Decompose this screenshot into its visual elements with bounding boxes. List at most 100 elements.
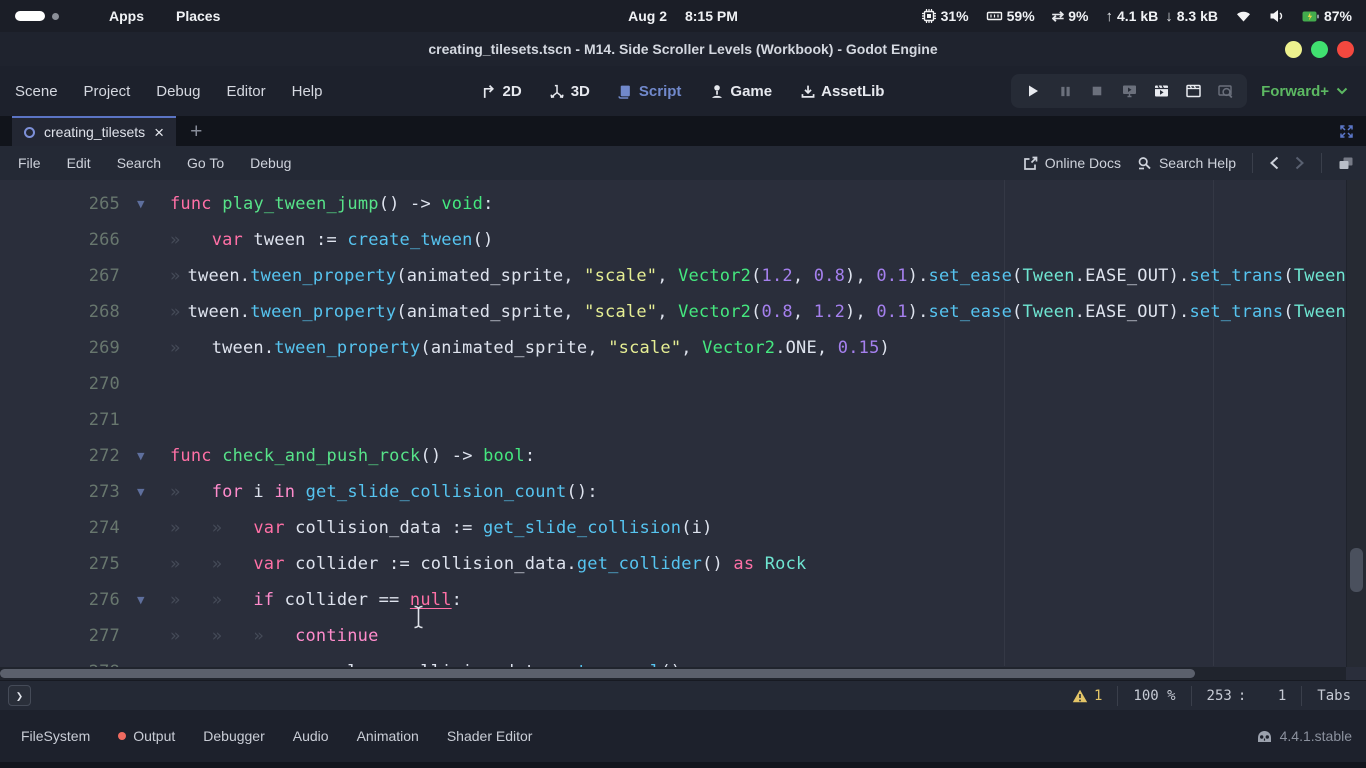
toggle-scripts-panel-button[interactable]: ❯ bbox=[8, 685, 31, 706]
warnings-indicator[interactable]: 1 bbox=[1057, 681, 1117, 710]
fold-arrow-icon[interactable]: ▾ bbox=[137, 194, 145, 212]
code-token: tween_property bbox=[274, 338, 420, 358]
battery-indicator[interactable]: 87% bbox=[1302, 8, 1352, 24]
code-line[interactable]: 265▾func play_tween_jump() -> void: bbox=[0, 186, 1346, 222]
code-line[interactable]: 277»»»continue bbox=[0, 618, 1346, 654]
code-line[interactable]: 267»tween.tween_property(animated_sprite… bbox=[0, 258, 1346, 294]
code-token: .EASE_OUT). bbox=[1075, 266, 1190, 286]
cpu-indicator[interactable]: 31% bbox=[921, 8, 969, 24]
panel-animation[interactable]: Animation bbox=[344, 722, 432, 750]
godot-logo-icon bbox=[1256, 730, 1273, 743]
code-line[interactable]: 273▾»for i in get_slide_collision_count(… bbox=[0, 474, 1346, 510]
time-label: 8:15 PM bbox=[685, 8, 738, 24]
places-menu[interactable]: Places bbox=[160, 8, 236, 24]
workspace-script[interactable]: Script bbox=[611, 78, 689, 105]
horizontal-scrollbar-handle[interactable] bbox=[0, 669, 1195, 678]
code-line[interactable]: 266»var tween := create_tween() bbox=[0, 222, 1346, 258]
tab-close-icon[interactable]: × bbox=[154, 124, 164, 141]
panel-filesystem[interactable]: FileSystem bbox=[8, 722, 103, 750]
code-token: tween. bbox=[188, 302, 251, 322]
godot-window: Apps Places Aug 2 8:15 PM 31% 59% bbox=[0, 0, 1366, 768]
panel-output[interactable]: Output bbox=[105, 722, 188, 750]
code-token: ( bbox=[1283, 266, 1293, 286]
wifi-indicator[interactable] bbox=[1235, 9, 1252, 23]
volume-indicator[interactable] bbox=[1269, 9, 1285, 23]
code-line[interactable]: 268»tween.tween_property(animated_sprite… bbox=[0, 294, 1346, 330]
apps-menu[interactable]: Apps bbox=[93, 8, 160, 24]
horizontal-scrollbar[interactable] bbox=[0, 667, 1346, 680]
activities-pill-icon bbox=[15, 11, 45, 21]
expand-editor-icon[interactable] bbox=[1339, 124, 1354, 139]
code-token: .ONE, bbox=[775, 338, 838, 358]
output-activity-dot bbox=[118, 732, 126, 740]
code-line[interactable]: 276▾»»if collider == null: bbox=[0, 582, 1346, 618]
stop-button[interactable] bbox=[1085, 79, 1109, 103]
bottom-panel-bar: FileSystem Output Debugger Audio Animati… bbox=[0, 710, 1366, 762]
code-token: get_collider bbox=[577, 554, 702, 574]
workspace-2d[interactable]: 2D bbox=[475, 78, 529, 105]
history-forward-icon[interactable] bbox=[1294, 156, 1305, 170]
code-line[interactable]: 274»»var collision_data := get_slide_col… bbox=[0, 510, 1346, 546]
indent-type[interactable]: Tabs bbox=[1302, 681, 1366, 710]
play-scene-button[interactable] bbox=[1149, 79, 1173, 103]
workspace-game[interactable]: Game bbox=[702, 78, 779, 105]
panel-debugger[interactable]: Debugger bbox=[190, 722, 278, 750]
play-custom-scene-button[interactable] bbox=[1181, 79, 1205, 103]
vertical-scrollbar[interactable] bbox=[1346, 180, 1366, 667]
online-docs-label: Online Docs bbox=[1045, 155, 1121, 171]
minimize-button[interactable] bbox=[1285, 41, 1302, 58]
panel-shader-editor[interactable]: Shader Editor bbox=[434, 722, 546, 750]
menu-editor[interactable]: Editor bbox=[217, 77, 274, 106]
menu-help[interactable]: Help bbox=[283, 77, 332, 106]
fold-arrow-icon[interactable]: ▾ bbox=[137, 482, 145, 500]
code-token: if bbox=[253, 590, 274, 610]
net-up-indicator[interactable]: ↑ 4.1 kB bbox=[1105, 8, 1158, 25]
activities-button[interactable] bbox=[15, 11, 59, 21]
workspace-3d[interactable]: 3D bbox=[543, 78, 597, 105]
fold-arrow-icon[interactable]: ▾ bbox=[137, 446, 145, 464]
zoom-level[interactable]: 100 % bbox=[1118, 681, 1190, 710]
search-help-button[interactable]: Search Help bbox=[1137, 155, 1236, 171]
maximize-button[interactable] bbox=[1311, 41, 1328, 58]
renderer-dropdown[interactable]: Forward+ bbox=[1261, 83, 1352, 100]
history-back-icon[interactable] bbox=[1269, 156, 1280, 170]
caret-position[interactable]: 253 : 1 bbox=[1192, 681, 1302, 710]
net-down-indicator[interactable]: ↓ 8.3 kB bbox=[1165, 8, 1218, 25]
workspace-assetlib[interactable]: AssetLib bbox=[793, 78, 891, 105]
scripts-panel-icon[interactable] bbox=[1338, 156, 1354, 171]
code-line[interactable]: 271 bbox=[0, 402, 1346, 438]
menu-file[interactable]: File bbox=[8, 150, 51, 176]
swap-indicator[interactable]: ⇄ 9% bbox=[1052, 7, 1089, 25]
play-remote-button[interactable] bbox=[1117, 79, 1141, 103]
clock[interactable]: Aug 2 8:15 PM bbox=[628, 8, 738, 24]
menu-project[interactable]: Project bbox=[75, 77, 140, 106]
menu-script-debug[interactable]: Debug bbox=[240, 150, 301, 176]
close-window-button[interactable] bbox=[1337, 41, 1354, 58]
code-editor[interactable]: 265▾func play_tween_jump() -> void:266»v… bbox=[0, 180, 1366, 680]
code-line[interactable]: 275»»var collider := collision_data.get_… bbox=[0, 546, 1346, 582]
play-button[interactable] bbox=[1021, 79, 1045, 103]
pause-button[interactable] bbox=[1053, 79, 1077, 103]
code-line[interactable]: 270 bbox=[0, 366, 1346, 402]
code-token bbox=[295, 482, 305, 502]
upload-arrow-icon: ↑ bbox=[1105, 8, 1113, 25]
fold-arrow-icon[interactable]: ▾ bbox=[137, 590, 145, 608]
online-docs-button[interactable]: Online Docs bbox=[1023, 155, 1121, 171]
menu-edit[interactable]: Edit bbox=[57, 150, 101, 176]
memory-indicator[interactable]: 59% bbox=[986, 8, 1035, 24]
menu-debug[interactable]: Debug bbox=[147, 77, 209, 106]
caret-column: 1 bbox=[1252, 688, 1286, 704]
code-line[interactable]: 272▾func check_and_push_rock() -> bool: bbox=[0, 438, 1346, 474]
menu-search[interactable]: Search bbox=[107, 150, 171, 176]
panel-shader-editor-label: Shader Editor bbox=[447, 728, 533, 744]
panel-audio[interactable]: Audio bbox=[280, 722, 342, 750]
menu-scene[interactable]: Scene bbox=[6, 77, 67, 106]
movie-maker-button[interactable] bbox=[1213, 79, 1237, 103]
code-token: as bbox=[733, 554, 754, 574]
code-token: () bbox=[702, 554, 733, 574]
menu-goto[interactable]: Go To bbox=[177, 150, 234, 176]
tab-creating-tilesets[interactable]: creating_tilesets × bbox=[12, 116, 176, 146]
new-tab-button[interactable]: + bbox=[190, 121, 202, 142]
vertical-scrollbar-handle[interactable] bbox=[1350, 548, 1363, 592]
code-line[interactable]: 269»tween.tween_property(animated_sprite… bbox=[0, 330, 1346, 366]
